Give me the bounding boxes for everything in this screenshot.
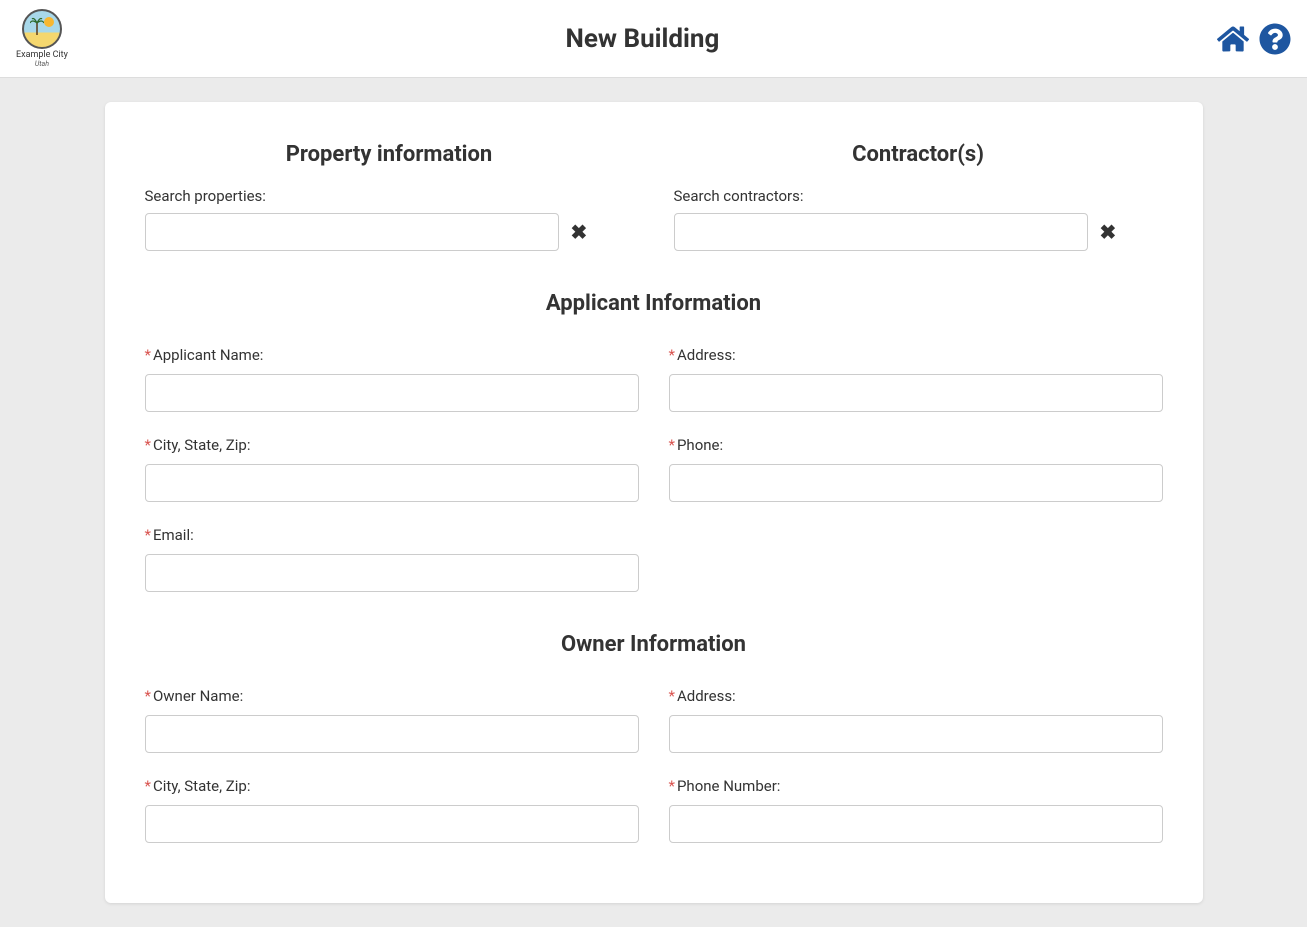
required-mark: * (669, 777, 675, 795)
applicant-heading: Applicant Information (145, 291, 1163, 316)
applicant-name-input[interactable] (145, 374, 639, 412)
owner-address-label: *Address: (669, 687, 1163, 705)
logo-text: Example City (16, 51, 68, 60)
label-text: Applicant Name: (153, 346, 263, 364)
label-text: Phone: (677, 436, 723, 454)
label-text: City, State, Zip: (153, 777, 251, 795)
owner-address-input[interactable] (669, 715, 1163, 753)
applicant-email-field: *Email: (145, 526, 639, 592)
applicant-section: Applicant Information *Applicant Name: *… (145, 291, 1163, 592)
applicant-name-label: *Applicant Name: (145, 346, 639, 364)
help-icon[interactable] (1259, 23, 1291, 55)
clear-property-icon[interactable]: ✖ (571, 220, 588, 244)
clear-contractor-icon[interactable]: ✖ (1100, 220, 1117, 244)
home-icon[interactable] (1217, 23, 1249, 55)
logo-subtext: Utah (35, 60, 49, 68)
header-icons (1217, 23, 1291, 55)
owner-phone-field: *Phone Number: (669, 777, 1163, 843)
owner-name-label: *Owner Name: (145, 687, 639, 705)
contractor-search-row: ✖ (674, 213, 1163, 251)
applicant-address-field: *Address: (669, 346, 1163, 412)
content-wrapper: Property information Search properties: … (0, 78, 1307, 927)
logo-image (22, 9, 62, 49)
owner-section: Owner Information *Owner Name: *Address: (145, 632, 1163, 843)
contractor-section: Contractor(s) Search contractors: ✖ (674, 142, 1163, 251)
contractor-heading: Contractor(s) (674, 142, 1163, 167)
owner-name-input[interactable] (145, 715, 639, 753)
required-mark: * (145, 346, 151, 364)
label-text: Email: (153, 526, 194, 544)
palm-tree-icon (30, 15, 44, 35)
property-section: Property information Search properties: … (145, 142, 634, 251)
label-text: Phone Number: (677, 777, 780, 795)
form-card: Property information Search properties: … (105, 102, 1203, 903)
required-mark: * (669, 346, 675, 364)
applicant-phone-field: *Phone: (669, 436, 1163, 502)
property-search-input[interactable] (145, 213, 559, 251)
applicant-phone-label: *Phone: (669, 436, 1163, 454)
owner-phone-input[interactable] (669, 805, 1163, 843)
label-text: City, State, Zip: (153, 436, 251, 454)
owner-name-field: *Owner Name: (145, 687, 639, 753)
required-mark: * (145, 436, 151, 454)
applicant-address-input[interactable] (669, 374, 1163, 412)
property-search-label: Search properties: (145, 187, 634, 205)
applicant-csz-field: *City, State, Zip: (145, 436, 639, 502)
owner-address-field: *Address: (669, 687, 1163, 753)
applicant-address-label: *Address: (669, 346, 1163, 364)
applicant-csz-label: *City, State, Zip: (145, 436, 639, 454)
applicant-email-label: *Email: (145, 526, 639, 544)
label-text: Owner Name: (153, 687, 243, 705)
required-mark: * (145, 526, 151, 544)
property-search-row: ✖ (145, 213, 634, 251)
page-title: New Building (68, 24, 1217, 54)
owner-phone-label: *Phone Number: (669, 777, 1163, 795)
label-text: Address: (677, 346, 736, 364)
required-mark: * (669, 436, 675, 454)
required-mark: * (669, 687, 675, 705)
owner-csz-label: *City, State, Zip: (145, 777, 639, 795)
applicant-csz-input[interactable] (145, 464, 639, 502)
owner-heading: Owner Information (145, 632, 1163, 657)
applicant-name-field: *Applicant Name: (145, 346, 639, 412)
label-text: Address: (677, 687, 736, 705)
applicant-phone-input[interactable] (669, 464, 1163, 502)
owner-csz-input[interactable] (145, 805, 639, 843)
owner-form-grid: *Owner Name: *Address: *City, State, Zip… (145, 687, 1163, 843)
required-mark: * (145, 777, 151, 795)
property-heading: Property information (145, 142, 634, 167)
sun-icon (44, 17, 54, 27)
contractor-search-label: Search contractors: (674, 187, 1163, 205)
applicant-form-grid: *Applicant Name: *Address: *City, State,… (145, 346, 1163, 592)
required-mark: * (145, 687, 151, 705)
applicant-email-input[interactable] (145, 554, 639, 592)
logo[interactable]: Example City Utah (16, 9, 68, 68)
owner-csz-field: *City, State, Zip: (145, 777, 639, 843)
top-section-row: Property information Search properties: … (145, 142, 1163, 251)
page-header: Example City Utah New Building (0, 0, 1307, 78)
contractor-search-input[interactable] (674, 213, 1088, 251)
